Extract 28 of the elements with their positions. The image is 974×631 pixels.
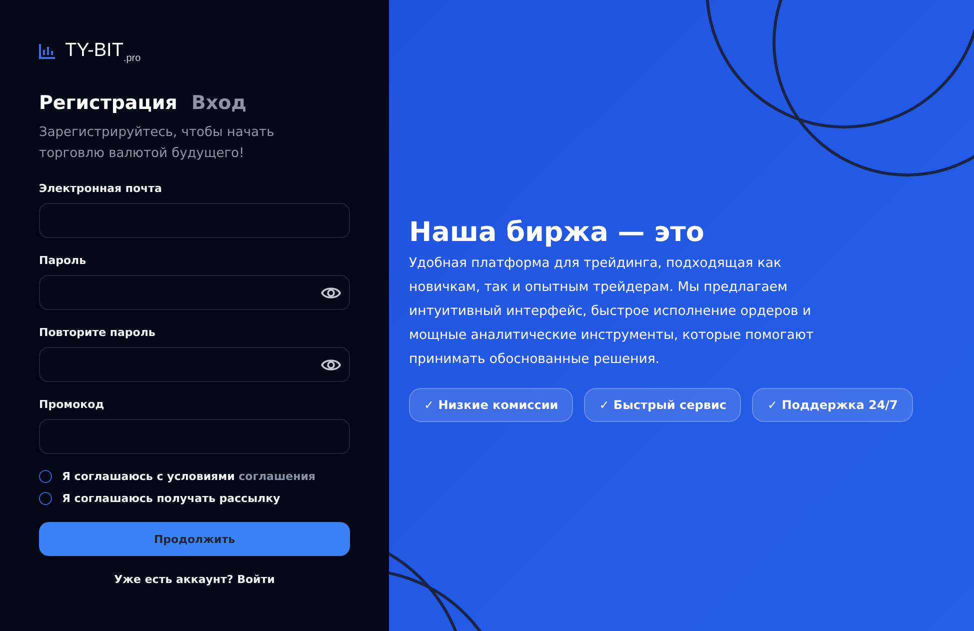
feature-badge: ✓ Низкие комиссии	[409, 388, 574, 422]
promo-title: Наша биржа — это	[409, 217, 706, 248]
checkbox[interactable]	[39, 470, 52, 483]
subtitle: Зарегистрируйтесь, чтобы начать торговлю валютой будущего!	[39, 124, 276, 163]
agreement-link[interactable]: соглашения	[238, 470, 316, 483]
feature-badge: ✓ Поддержка 24/7	[752, 388, 913, 422]
logo-text: TY-BIT	[65, 40, 124, 61]
field-label: Повторите пароль	[39, 326, 156, 339]
continue-button[interactable]: Продолжить	[39, 522, 350, 556]
login-prompt[interactable]: Уже есть аккаунт? Войти	[39, 573, 350, 586]
field-label: Пароль	[39, 254, 88, 267]
input-field[interactable]	[39, 347, 350, 382]
input-field[interactable]	[39, 203, 350, 238]
eye-icon[interactable]	[321, 286, 341, 300]
input-field[interactable]	[39, 275, 350, 310]
checkbox[interactable]	[39, 492, 52, 505]
bar-chart-icon	[39, 44, 55, 58]
feature-badge: ✓ Быстрый сервис	[584, 388, 742, 422]
eye-icon[interactable]	[321, 358, 341, 372]
checkbox-label: Я соглашаюсь с условиями соглашения	[62, 470, 316, 483]
promo-text: Удобная платформа для трейдинга, подходящая как новичкам, так и опытным трейдерам. Мы предлагаем интуитивный интерфейс, быстрое исполнение ордеров и мощные аналитические инструменты, которые помогают принимать обоснованные решения.	[409, 255, 815, 369]
logo-suffix: .pro	[123, 53, 141, 64]
tab[interactable]: Регистрация	[39, 92, 178, 114]
field-label: Электронная почта	[39, 182, 163, 195]
checkbox-label: Я соглашаюсь получать рассылку	[62, 492, 280, 505]
field-label: Промокод	[39, 398, 106, 411]
tab[interactable]: Вход	[191, 92, 246, 114]
input-field[interactable]	[39, 419, 350, 454]
